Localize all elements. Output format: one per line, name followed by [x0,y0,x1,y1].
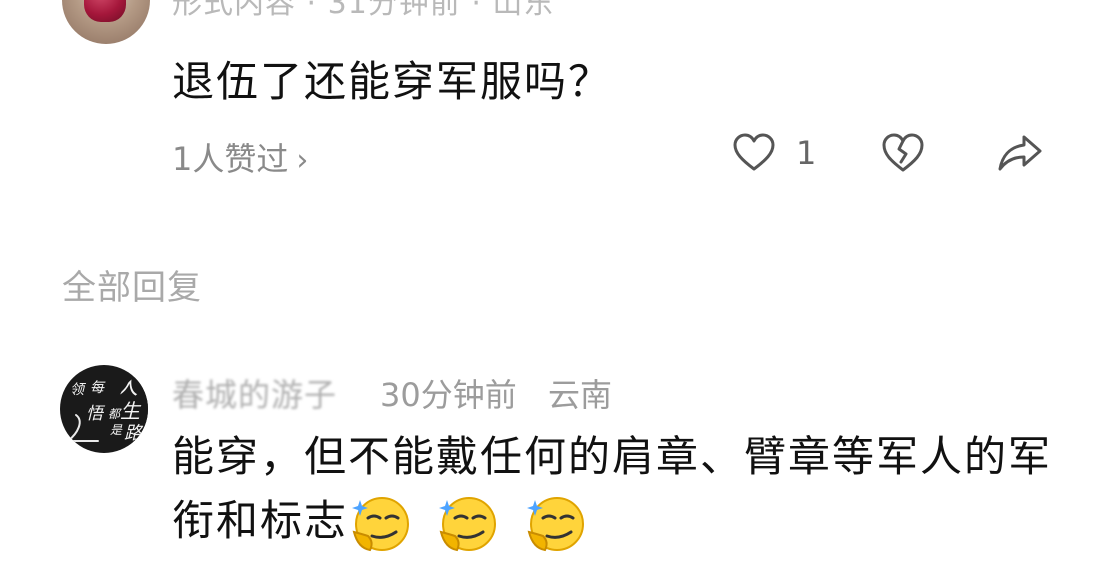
heart-icon [733,133,775,171]
reply-username[interactable]: 春城的游子 [172,370,337,416]
reply-text: 能穿，但不能戴任何的肩章、臂章等军人的军衔和标志 [172,432,1053,545]
broken-heart-icon [882,133,924,172]
dislike-button[interactable] [880,128,926,178]
section-title: 全部回复 [62,268,202,308]
like-count: 1 [796,134,817,172]
avatar-text: 领 [70,382,84,398]
brush-stroke-icon [67,414,99,442]
reply-content: 能穿，但不能戴任何的肩章、臂章等军人的军衔和标志 [172,425,1052,556]
smirk-emoji-icon [526,496,584,551]
reply-avatar[interactable]: 人 生 悟 领 每 都 是 路 [60,365,148,453]
like-button[interactable]: 1 [732,128,816,178]
smirk-emoji-icon [352,496,410,551]
reply-location: 云南 [548,376,613,414]
likes-link-label: 1人赞过 [172,140,289,178]
avatar-text: 每 [90,380,104,396]
avatar-text: 路 [124,423,142,444]
avatar-text: 是 [110,423,123,437]
chevron-right-icon: › [296,143,309,178]
avatar[interactable] [62,0,150,44]
avatar-image [84,0,126,22]
share-button[interactable] [996,128,1044,178]
likes-link[interactable]: 1人赞过 › [172,134,308,180]
share-arrow-icon [998,135,1042,171]
comment-text: 退伍了还能穿军服吗？ [172,57,613,106]
avatar-text: 都 [108,407,121,421]
comment-meta: 形式内容 · 31分钟前 · 山东 [172,0,555,21]
reply-time: 30分钟前 [380,376,517,414]
emoji-row [348,489,595,556]
smirk-emoji-icon [439,496,497,551]
